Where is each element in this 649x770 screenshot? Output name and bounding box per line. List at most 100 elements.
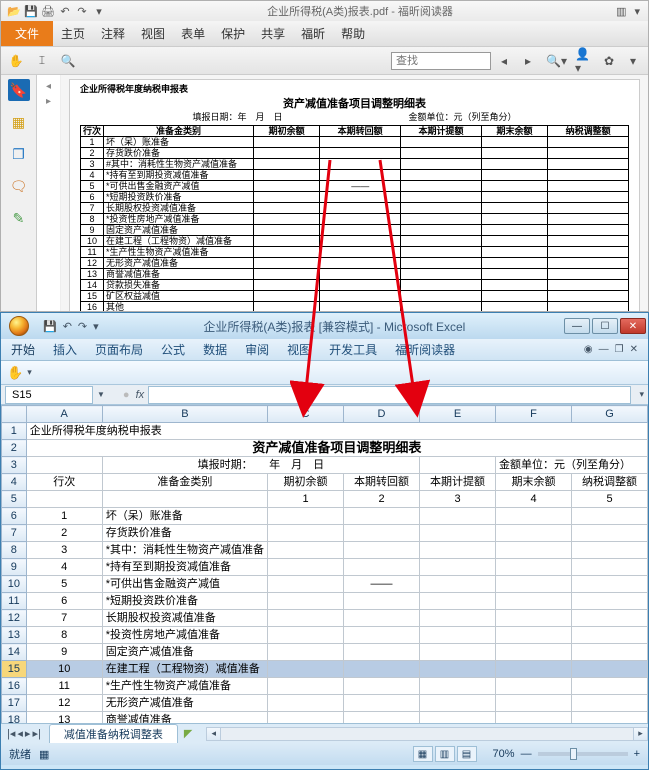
zoom-out-icon[interactable]: — [521, 748, 532, 760]
row-header[interactable]: 6 [2, 508, 27, 525]
tab-next-icon[interactable]: ▸ [25, 727, 31, 740]
cell[interactable] [572, 610, 648, 627]
cell[interactable] [496, 644, 572, 661]
zoom-slider[interactable] [538, 752, 628, 756]
cell[interactable] [344, 559, 420, 576]
cell[interactable] [268, 542, 344, 559]
cell[interactable] [344, 644, 420, 661]
ex-redo-icon[interactable]: ↷ [78, 320, 87, 333]
cell[interactable]: 6 [26, 593, 102, 610]
foxit-search-input[interactable] [391, 52, 491, 70]
cell[interactable]: 5 [26, 576, 102, 593]
excel-minimize-button[interactable]: — [564, 318, 590, 334]
cell[interactable] [572, 661, 648, 678]
foxit-min-icon[interactable]: ▾ [634, 5, 640, 18]
cell[interactable]: *可供出售金融资产减值 [102, 576, 267, 593]
tab-prev-icon[interactable]: ◂ [17, 727, 23, 740]
rtab-layout[interactable]: 页面布局 [95, 341, 143, 358]
cell[interactable]: 4 [496, 491, 572, 508]
cell[interactable]: 7 [26, 610, 102, 627]
cell[interactable] [496, 712, 572, 724]
row-header[interactable]: 17 [2, 695, 27, 712]
cell[interactable] [496, 525, 572, 542]
print-icon[interactable]: 🖨 [41, 4, 55, 18]
cell[interactable]: 在建工程（工程物资）减值准备 [102, 661, 267, 678]
cell[interactable] [102, 491, 267, 508]
cell[interactable] [572, 542, 648, 559]
view-break-icon[interactable]: ▤ [457, 746, 477, 762]
tab-prev-icon[interactable]: ◂ [46, 81, 51, 92]
qat-dropdown-icon[interactable]: ▾ [92, 4, 106, 18]
office-orb-button[interactable] [1, 313, 37, 339]
cell[interactable] [344, 610, 420, 627]
row-header[interactable]: 10 [2, 576, 27, 593]
cell[interactable] [572, 525, 648, 542]
view-normal-icon[interactable]: ▦ [413, 746, 433, 762]
cell[interactable] [344, 508, 420, 525]
signature-panel-icon[interactable]: ✎ [8, 207, 30, 229]
column-header[interactable]: A [26, 406, 102, 423]
cell[interactable] [572, 695, 648, 712]
cell[interactable] [420, 678, 496, 695]
cell[interactable] [420, 508, 496, 525]
foxit-page-area[interactable]: 企业所得税年度纳税申报表 资产减值准备项目调整明细表 填报日期：年 月 日 金额… [61, 75, 648, 311]
row-header[interactable]: 12 [2, 610, 27, 627]
cell[interactable] [268, 627, 344, 644]
search-prev-icon[interactable]: ◂ [493, 50, 515, 72]
cell[interactable]: 坏（呆）账准备 [102, 508, 267, 525]
cell[interactable] [572, 627, 648, 644]
cell[interactable] [420, 542, 496, 559]
row-header[interactable]: 8 [2, 542, 27, 559]
rtab-home[interactable]: 开始 [11, 341, 35, 358]
foxit-menu-icon[interactable]: ▾ [622, 50, 644, 72]
zoom-level[interactable]: 70% [493, 748, 515, 760]
ribbon-help-icon[interactable]: ◉ [584, 344, 593, 355]
rtab-view[interactable]: 视图 [287, 341, 311, 358]
cell[interactable]: 资产减值准备项目调整明细表 [26, 440, 647, 457]
foxit-skin-icon[interactable]: ▥ [616, 5, 626, 18]
cell[interactable] [420, 559, 496, 576]
cell[interactable] [572, 593, 648, 610]
pages-panel-icon[interactable]: ▦ [8, 111, 30, 133]
cell[interactable] [344, 627, 420, 644]
cell[interactable] [496, 678, 572, 695]
cell[interactable] [572, 559, 648, 576]
cell[interactable] [420, 610, 496, 627]
fx-icon[interactable]: fx [136, 389, 145, 401]
cell[interactable] [496, 576, 572, 593]
cell[interactable]: 无形资产减值准备 [102, 695, 267, 712]
cell[interactable] [572, 576, 648, 593]
cell[interactable] [496, 695, 572, 712]
cell[interactable] [420, 457, 496, 474]
ex-undo-icon[interactable]: ↶ [63, 320, 72, 333]
excel-grid[interactable]: ABCDEFG 1企业所得税年度纳税申报表2资产减值准备项目调整明细表3填报时期… [1, 405, 648, 723]
cell[interactable] [496, 542, 572, 559]
bookmark-panel-icon[interactable]: 🔖 [8, 79, 30, 101]
horizontal-scrollbar[interactable]: ◂ ▸ [206, 727, 648, 741]
search-next-icon[interactable]: ▸ [517, 50, 539, 72]
row-header[interactable]: 1 [2, 423, 27, 440]
cell[interactable] [268, 593, 344, 610]
undo-icon[interactable]: ↶ [58, 4, 72, 18]
cell[interactable] [268, 559, 344, 576]
tab-protect[interactable]: 保护 [213, 20, 253, 47]
redo-icon[interactable]: ↷ [75, 4, 89, 18]
select-all-corner[interactable] [2, 406, 27, 423]
cell[interactable]: 5 [572, 491, 648, 508]
rtab-review[interactable]: 审阅 [245, 341, 269, 358]
rtab-dev[interactable]: 开发工具 [329, 341, 377, 358]
tab-help[interactable]: 帮助 [333, 20, 373, 47]
cell[interactable] [268, 644, 344, 661]
cell[interactable] [420, 695, 496, 712]
sheet-tab-end-icon[interactable]: ◤ [178, 727, 198, 740]
cell[interactable]: 本期计提额 [420, 474, 496, 491]
sheet-tab-active[interactable]: 减值准备纳税调整表 [49, 724, 178, 743]
toolbar-dropdown-icon[interactable]: ▾ [27, 367, 32, 378]
column-header[interactable]: C [268, 406, 344, 423]
cell[interactable]: 填报时期： 年 月 日 [102, 457, 419, 474]
cell[interactable] [268, 525, 344, 542]
row-header[interactable]: 7 [2, 525, 27, 542]
cell[interactable] [420, 627, 496, 644]
cell[interactable]: 长期股权投资减值准备 [102, 610, 267, 627]
row-header[interactable]: 4 [2, 474, 27, 491]
